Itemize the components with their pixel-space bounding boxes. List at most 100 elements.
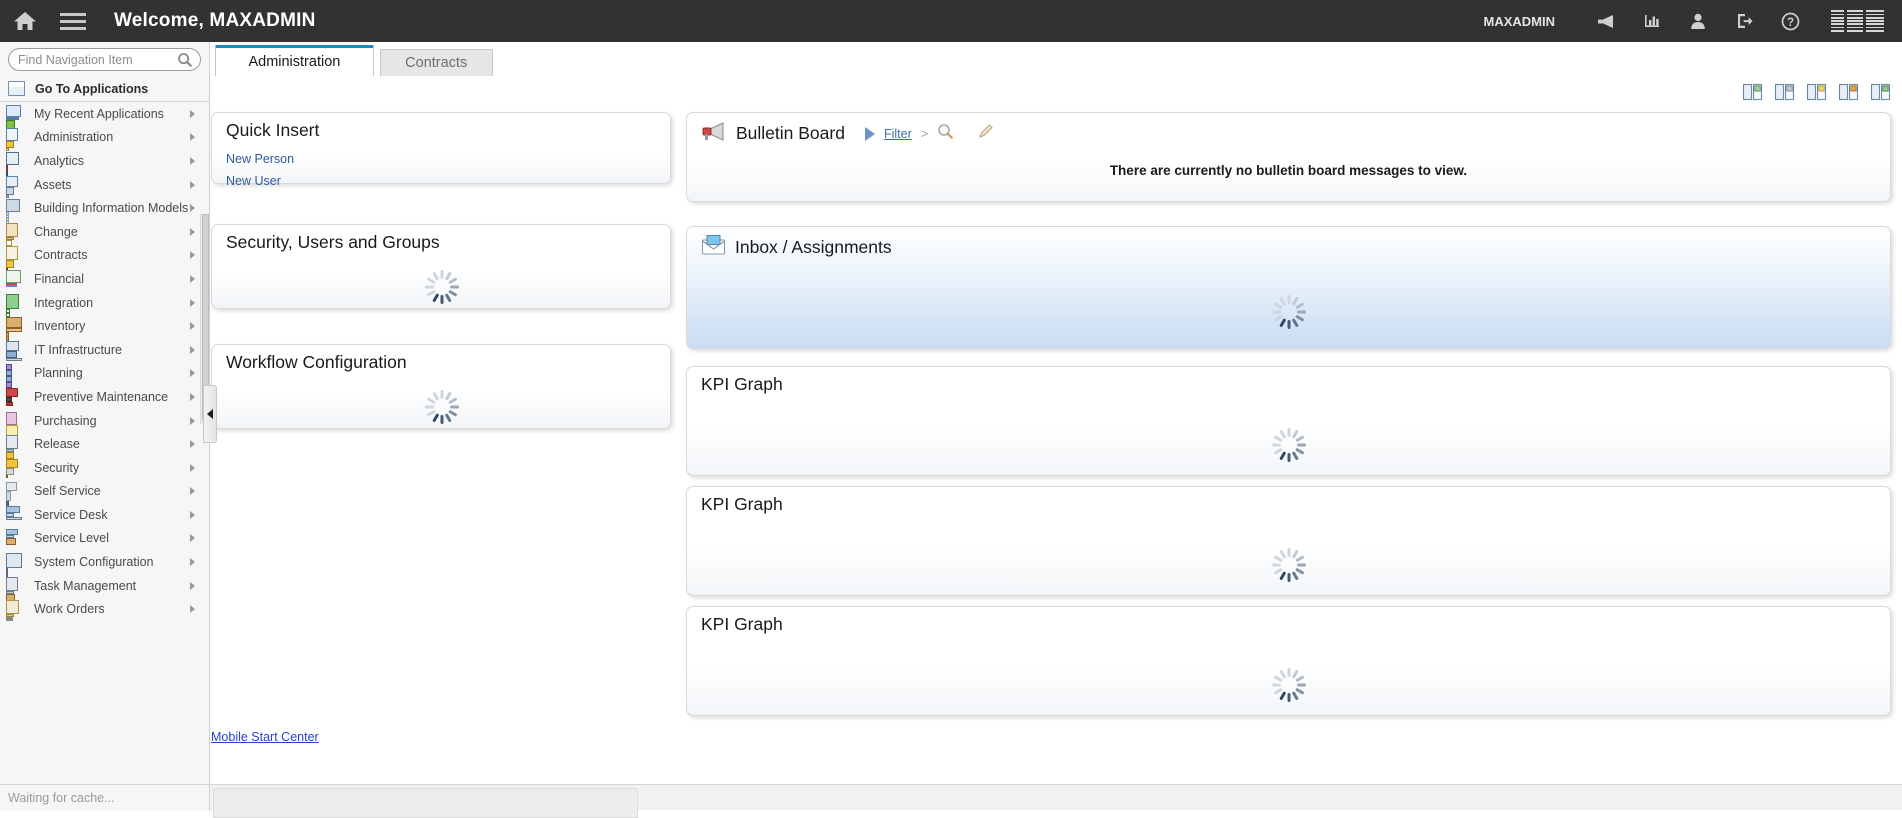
- sidebar-item-label: Release: [34, 437, 80, 451]
- home-icon[interactable]: [0, 0, 50, 42]
- search-magnifier-icon[interactable]: [177, 52, 193, 68]
- chevron-right-icon[interactable]: [190, 346, 195, 354]
- chevron-right-icon[interactable]: [190, 464, 195, 472]
- spinner-spoke: [1288, 668, 1291, 677]
- sidebar-item-building-information-models[interactable]: Building Information Models: [0, 196, 209, 220]
- home-glyph: [13, 10, 37, 32]
- expand-filter-triangle-icon[interactable]: [865, 127, 875, 141]
- search-input[interactable]: [9, 49, 200, 70]
- spinner-spoke: [448, 397, 457, 404]
- profile-person-icon[interactable]: [1675, 0, 1721, 42]
- icon-part: [6, 294, 19, 309]
- pencil-edit-icon[interactable]: [977, 123, 994, 145]
- filter-link[interactable]: Filter: [884, 127, 912, 141]
- portlet-quick-insert: Quick InsertNew PersonNew User: [211, 112, 671, 184]
- sidebar-item-planning[interactable]: Planning: [0, 362, 209, 386]
- sign-out-icon[interactable]: [1721, 0, 1767, 42]
- bulletin-megaphone-icon[interactable]: [1583, 0, 1629, 42]
- chevron-right-icon[interactable]: [190, 204, 195, 212]
- search-magnifier-icon[interactable]: [937, 123, 954, 145]
- chevron-right-icon[interactable]: [190, 228, 195, 236]
- update-start-center-icon[interactable]: [1870, 82, 1892, 103]
- chevron-right-icon[interactable]: [190, 133, 195, 141]
- nav-item-list: My Recent Applications Administration Anal…: [0, 102, 209, 621]
- go-to-applications-button[interactable]: Go To Applications: [0, 76, 209, 102]
- tab-label: Administration: [248, 54, 340, 70]
- administration-key-icon: [6, 128, 25, 146]
- chevron-right-icon[interactable]: [190, 440, 195, 448]
- envelope-icon: [701, 234, 726, 261]
- nav-search-box[interactable]: [8, 48, 201, 71]
- sidebar-item-assets[interactable]: Assets: [0, 173, 209, 197]
- edit-portlet-icon[interactable]: [1838, 82, 1860, 103]
- quick-insert-link[interactable]: New Person: [226, 148, 670, 170]
- service-level-icon: [6, 529, 25, 547]
- tab-administration[interactable]: Administration: [215, 45, 374, 76]
- chevron-right-icon[interactable]: [190, 558, 195, 566]
- reports-chart-icon[interactable]: [1629, 0, 1675, 42]
- sidebar-item-change[interactable]: Change: [0, 220, 209, 244]
- sidebar-item-purchasing[interactable]: Purchasing: [0, 409, 209, 433]
- sidebar-item-service-level[interactable]: Service Level: [0, 527, 209, 551]
- icon-part: [6, 482, 17, 491]
- display-settings-icon[interactable]: [1774, 82, 1796, 103]
- sidebar-item-task-management[interactable]: Task Management: [0, 574, 209, 598]
- chevron-right-icon[interactable]: [190, 322, 195, 330]
- sidebar-item-system-configuration[interactable]: System Configuration: [0, 550, 209, 574]
- chevron-right-icon[interactable]: [190, 511, 195, 519]
- person-glyph: [1689, 12, 1707, 30]
- portlet-title: KPI Graph: [687, 367, 1890, 395]
- sidebar-item-preventive-maintenance[interactable]: Preventive Maintenance: [0, 385, 209, 409]
- sidebar-item-inventory[interactable]: Inventory: [0, 314, 209, 338]
- sidebar-item-work-orders[interactable]: Work Orders: [0, 597, 209, 621]
- sidebar-item-integration[interactable]: Integration: [0, 291, 209, 315]
- loading-spinner: [425, 270, 459, 304]
- sidebar-item-service-desk[interactable]: Service Desk: [0, 503, 209, 527]
- chevron-right-icon[interactable]: [190, 181, 195, 189]
- preventive-maintenance-oilcan-icon: [6, 388, 25, 406]
- portlet-kpi-graph: KPI Graph: [686, 486, 1891, 596]
- chevron-right-icon[interactable]: [190, 110, 195, 118]
- nav-search-container: [0, 42, 209, 76]
- sidebar-item-administration[interactable]: Administration: [0, 126, 209, 150]
- chevron-right-icon[interactable]: [190, 275, 195, 283]
- help-question-icon[interactable]: ?: [1767, 0, 1813, 42]
- sidebar-item-release[interactable]: Release: [0, 432, 209, 456]
- icon-part: [6, 187, 14, 195]
- sidebar-item-security[interactable]: Security: [0, 456, 209, 480]
- create-new-start-center-icon[interactable]: [1806, 82, 1828, 103]
- sidebar-item-it-infrastructure[interactable]: IT Infrastructure: [0, 338, 209, 362]
- chevron-right-icon[interactable]: [190, 487, 195, 495]
- quick-insert-link[interactable]: New User: [226, 170, 670, 192]
- sidebar-item-label: System Configuration: [34, 555, 154, 569]
- chevron-right-icon[interactable]: [190, 393, 195, 401]
- hamburger-menu-icon[interactable]: [50, 0, 96, 42]
- sidebar-item-self-service[interactable]: Self Service: [0, 480, 209, 504]
- filter-separator: >: [921, 126, 929, 141]
- svg-text:?: ?: [1786, 17, 1793, 29]
- sidebar-item-my-recent-applications[interactable]: My Recent Applications: [0, 102, 209, 126]
- chevron-right-icon[interactable]: [190, 417, 195, 425]
- chevron-right-icon[interactable]: [190, 582, 195, 590]
- sidebar-item-label: Purchasing: [34, 414, 97, 428]
- sidebar-item-label: Administration: [34, 130, 113, 144]
- sidebar-item-contracts[interactable]: Contracts: [0, 244, 209, 268]
- mobile-start-center-link[interactable]: Mobile Start Center: [211, 730, 319, 744]
- chevron-right-icon[interactable]: [190, 157, 195, 165]
- change-content-layout-icon[interactable]: [1742, 82, 1764, 103]
- spinner-spoke: [1295, 314, 1304, 321]
- chevron-right-icon[interactable]: [190, 534, 195, 542]
- chevron-right-icon[interactable]: [190, 605, 195, 613]
- portlet-title-text: Security, Users and Groups: [226, 232, 440, 253]
- chevron-right-icon[interactable]: [190, 299, 195, 307]
- sidebar-item-analytics[interactable]: Analytics: [0, 149, 209, 173]
- top-header-bar: Welcome, MAXADMIN MAXADMIN: [0, 0, 1902, 42]
- sidebar-collapse-handle[interactable]: [203, 385, 217, 443]
- chevron-right-icon[interactable]: [190, 369, 195, 377]
- tab-contracts[interactable]: Contracts: [380, 49, 493, 76]
- sidebar-item-label: Service Desk: [34, 508, 108, 522]
- chevron-right-icon[interactable]: [190, 251, 195, 259]
- spinner-spoke: [1288, 453, 1291, 462]
- sidebar-item-financial[interactable]: Financial: [0, 267, 209, 291]
- toolbar-glyph: [1806, 82, 1828, 103]
